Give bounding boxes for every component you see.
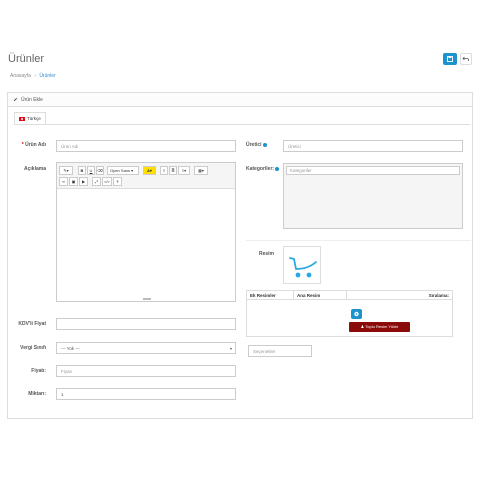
tab-turkish[interactable]: Türkçe bbox=[14, 112, 46, 124]
tax-class-select[interactable]: --- Yok --- ▾ bbox=[56, 342, 236, 354]
categories-box: Kategoriler bbox=[283, 163, 463, 229]
underline-button[interactable]: U bbox=[87, 166, 95, 175]
categories-label: Kategoriler: bbox=[246, 166, 282, 172]
breadcrumb-separator: › bbox=[34, 73, 36, 79]
editor-toolbar: ✎▾ B U ⌫ Open Sans ▾ A▾ ≡ ≣ ≡▾ ▦▾ ∞ ▣ ▶ … bbox=[57, 163, 235, 189]
font-family-select[interactable]: Open Sans ▾ bbox=[107, 166, 139, 175]
paragraph-button[interactable]: ≡▾ bbox=[178, 166, 190, 175]
image-button[interactable]: ▣ bbox=[69, 177, 78, 186]
column-header: Ana Resim bbox=[294, 291, 347, 299]
additional-images-table: Ek Resimler Ana Resim Sıralama: ♟ Toplu … bbox=[246, 290, 453, 337]
table-button[interactable]: ▦▾ bbox=[194, 166, 208, 175]
turkish-flag-icon bbox=[19, 116, 25, 121]
tab-label: Türkçe bbox=[27, 116, 41, 121]
video-button[interactable]: ▶ bbox=[79, 177, 88, 186]
link-button[interactable]: ∞ bbox=[59, 177, 68, 186]
eraser-button[interactable]: ⌫ bbox=[96, 166, 104, 175]
plus-circle-icon bbox=[354, 311, 359, 317]
help-icon bbox=[275, 166, 280, 171]
product-name-input[interactable]: Ürün Adı bbox=[56, 140, 236, 152]
quantity-input[interactable]: 1 bbox=[56, 388, 236, 400]
section-divider bbox=[246, 240, 471, 241]
format-brush-button[interactable]: ✎▾ bbox=[59, 166, 73, 175]
user-icon: ♟ bbox=[360, 324, 365, 329]
back-arrow-icon bbox=[462, 56, 469, 61]
page-title: Ürünler bbox=[8, 53, 45, 65]
column-header: Sıralama: bbox=[428, 293, 449, 298]
vat-price-label: KDV'li Fiyat bbox=[18, 321, 46, 327]
panel-title: Ürün Ekle bbox=[21, 96, 43, 103]
save-button[interactable] bbox=[443, 53, 457, 65]
select-caret-icon: ▾ bbox=[229, 346, 232, 351]
categories-input[interactable]: Kategoriler bbox=[286, 166, 460, 175]
tax-class-label: Vergi Sınıfı bbox=[20, 345, 46, 351]
price-label: Fiyatı: bbox=[31, 368, 46, 374]
unordered-list-button[interactable]: ≡ bbox=[160, 166, 168, 175]
breadcrumb-current[interactable]: Ürünler bbox=[39, 73, 55, 79]
vat-price-input[interactable] bbox=[56, 318, 236, 330]
breadcrumb: Anasayfa › Ürünler bbox=[10, 73, 56, 79]
table-header: Ek Resimler Ana Resim Sıralama: bbox=[247, 291, 452, 300]
tab-divider bbox=[14, 124, 470, 125]
fullscreen-button[interactable]: ⤢ bbox=[92, 177, 101, 186]
product-form-panel: Ürün Ekle Türkçe * Ürün Adı Ürün Adı Açı… bbox=[7, 92, 473, 419]
editor-resize-handle[interactable] bbox=[143, 298, 151, 300]
quantity-label: Miktarı: bbox=[28, 391, 46, 397]
breadcrumb-home[interactable]: Anasayfa bbox=[10, 73, 31, 79]
price-input[interactable]: Fiyatı bbox=[56, 365, 236, 377]
panel-heading: Ürün Ekle bbox=[8, 93, 472, 107]
bold-button[interactable]: B bbox=[78, 166, 86, 175]
product-name-label: * Ürün Adı bbox=[21, 142, 46, 148]
manufacturer-label: Üretici bbox=[246, 142, 276, 148]
product-image-thumbnail[interactable] bbox=[283, 246, 321, 284]
description-editor[interactable]: ✎▾ B U ⌫ Open Sans ▾ A▾ ≡ ≣ ≡▾ ▦▾ ∞ ▣ ▶ … bbox=[56, 162, 236, 302]
image-label: Resim bbox=[258, 251, 274, 257]
ordered-list-button[interactable]: ≣ bbox=[169, 166, 177, 175]
cart-logo-icon bbox=[289, 257, 317, 278]
help-icon bbox=[262, 142, 267, 147]
color-button[interactable]: A▾ bbox=[143, 166, 156, 175]
bulk-image-upload-button[interactable]: ♟ Toplu Resim Yükle bbox=[349, 322, 410, 332]
manufacturer-input[interactable]: Üretici bbox=[283, 140, 463, 152]
save-icon bbox=[447, 56, 453, 62]
add-image-button[interactable] bbox=[351, 309, 362, 319]
column-header: Ek Resimler bbox=[247, 291, 294, 299]
options-input[interactable]: Seçenekler bbox=[248, 345, 312, 357]
back-button[interactable] bbox=[460, 53, 472, 65]
code-view-button[interactable]: </> bbox=[102, 177, 112, 186]
description-label: Açıklama bbox=[24, 166, 46, 172]
pencil-icon bbox=[13, 97, 18, 102]
help-button[interactable]: ? bbox=[113, 177, 122, 186]
